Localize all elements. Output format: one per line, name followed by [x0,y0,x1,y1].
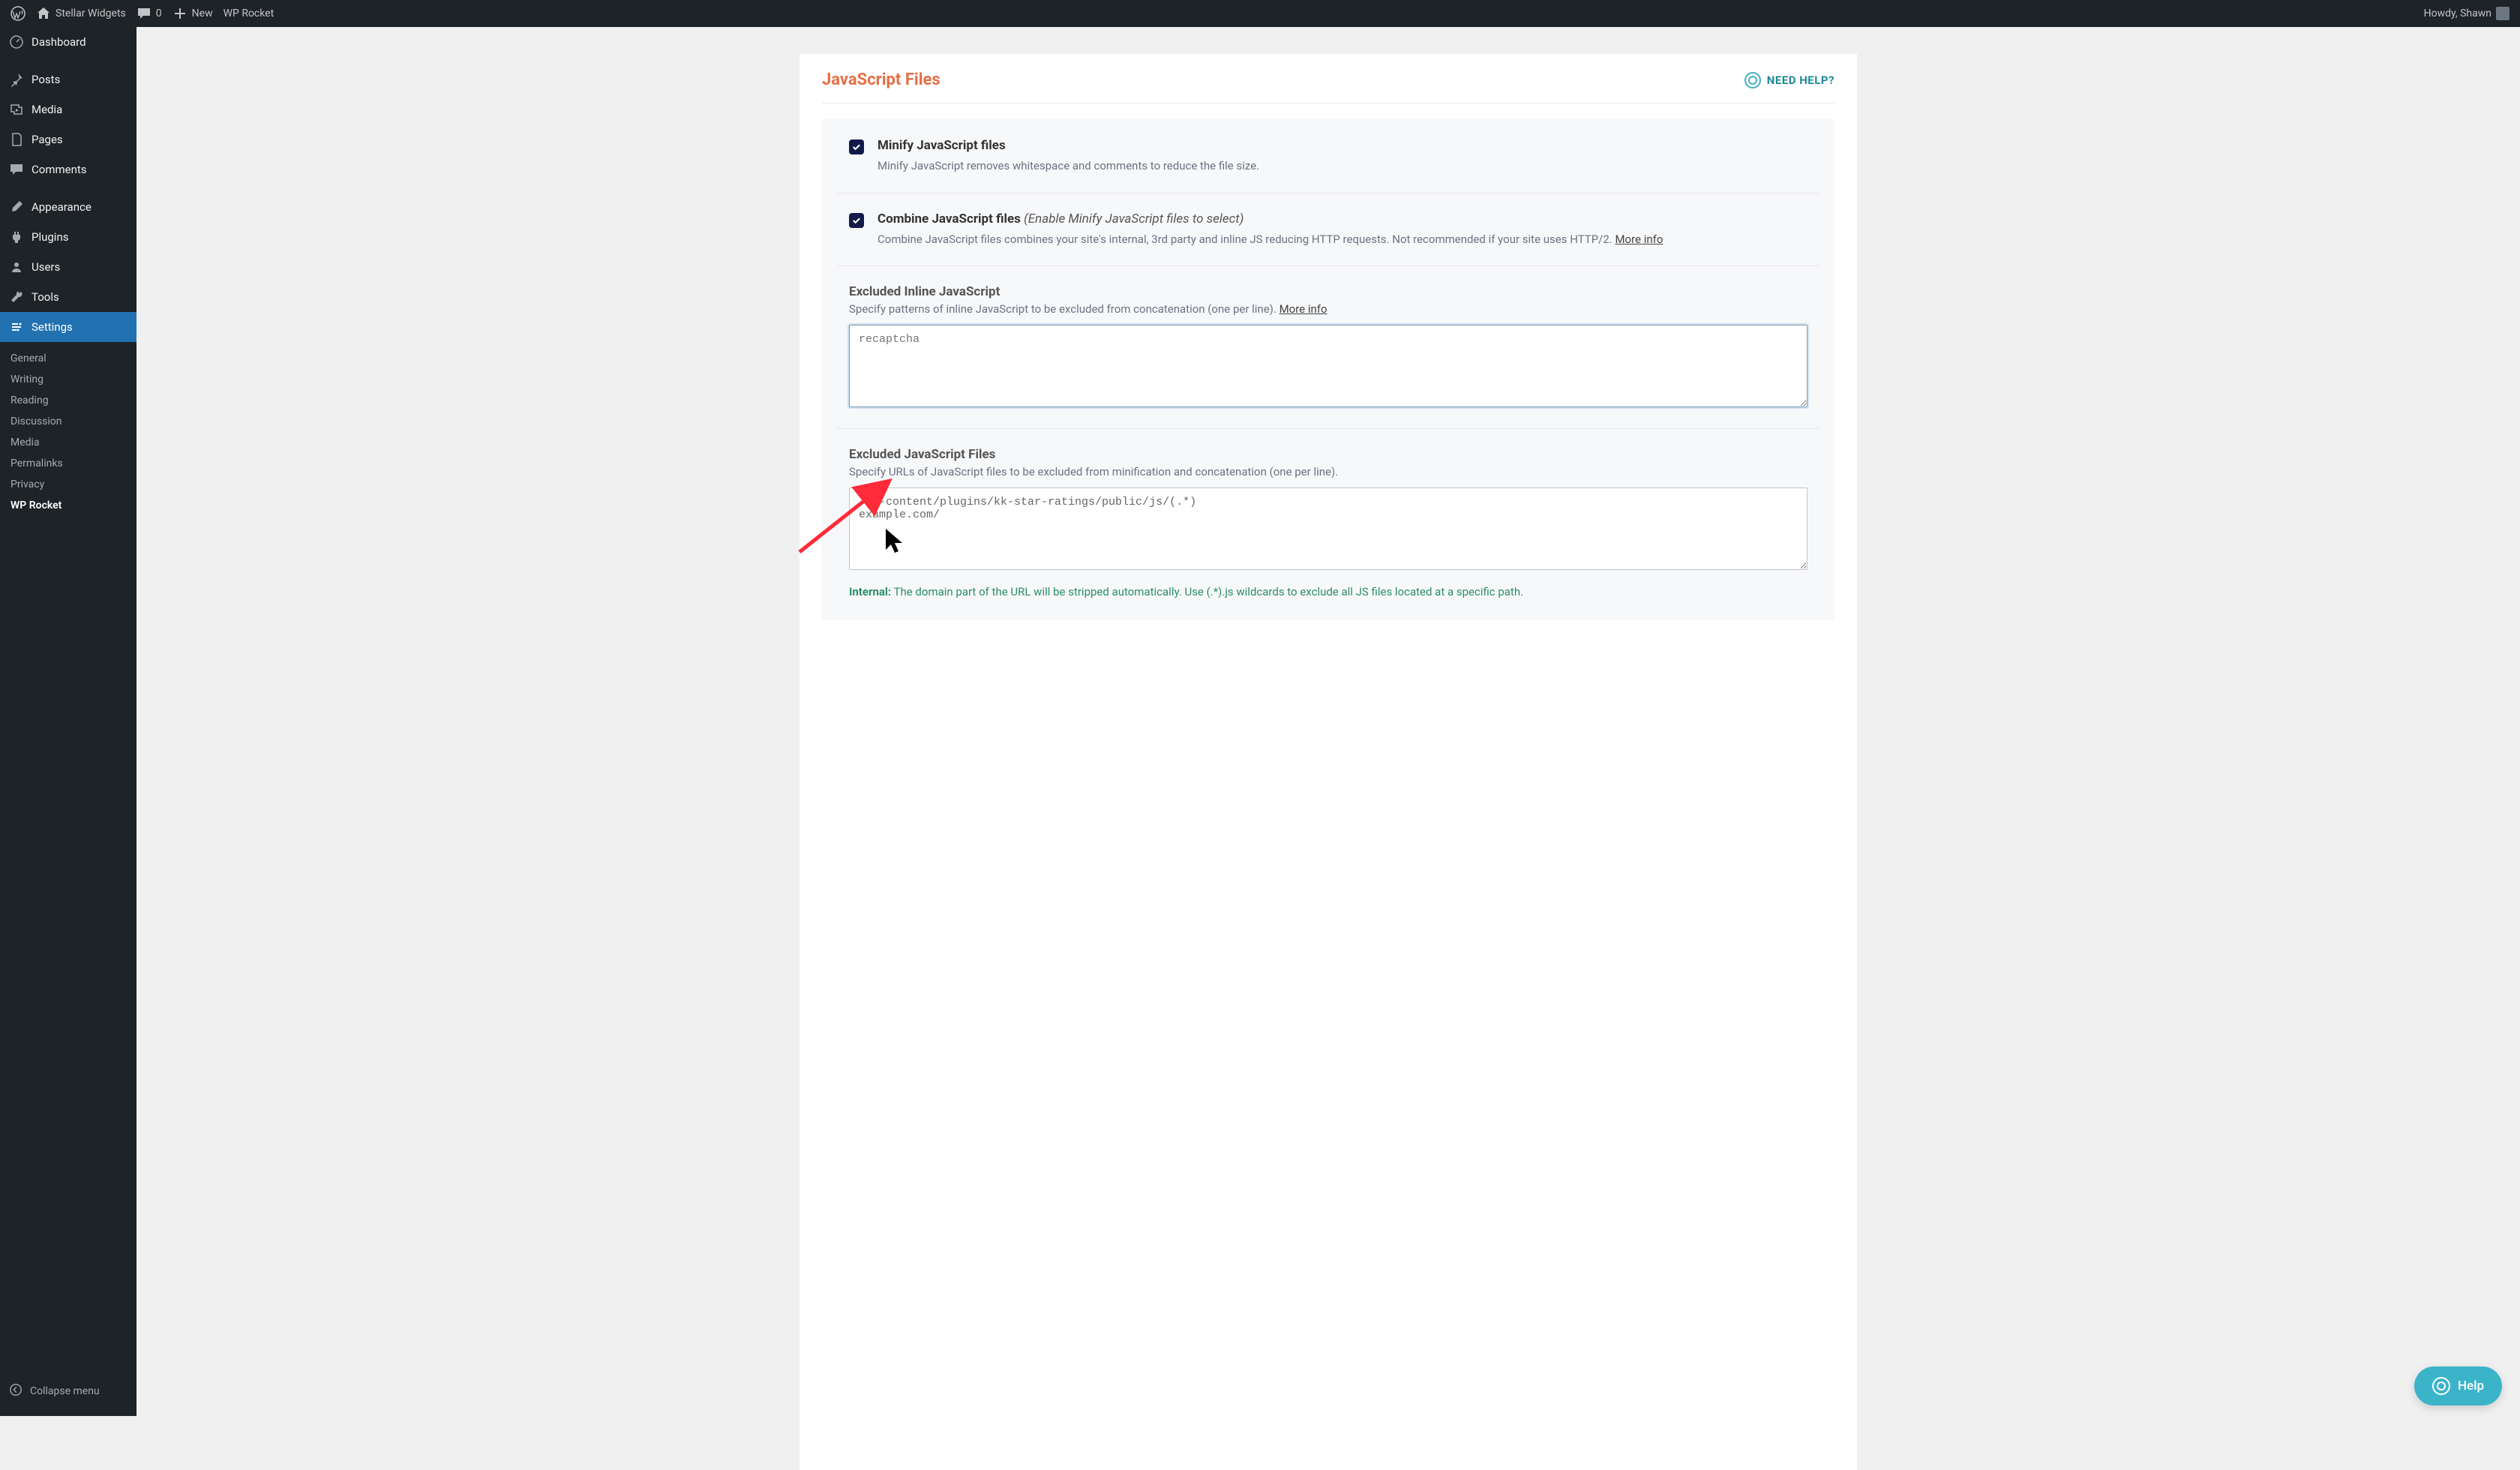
exclude-inline-textarea[interactable] [849,325,1808,407]
need-help-button[interactable]: NEED HELP? [1744,72,1834,88]
admin-bar: Stellar Widgets 0 New WP Rocket Howdy, S… [0,0,2520,27]
collapse-menu[interactable]: Collapse menu [0,1376,136,1407]
combine-js-title: Combine JavaScript files (Enable Minify … [878,212,1808,226]
sidebar-item-comments[interactable]: Comments [0,154,136,184]
sidebar-item-media[interactable]: Media [0,94,136,124]
exclude-inline-title: Excluded Inline JavaScript [849,284,1808,299]
sidebar-item-posts[interactable]: Posts [0,64,136,94]
sidebar-item-pages[interactable]: Pages [0,124,136,154]
exclude-files-desc: Specify URLs of JavaScript files to be e… [849,465,1808,478]
submenu-general[interactable]: General [0,348,136,369]
minify-js-title: Minify JavaScript files [878,138,1808,153]
submenu-writing[interactable]: Writing [0,369,136,390]
exclude-files-title: Excluded JavaScript Files [849,447,1808,462]
submenu-reading[interactable]: Reading [0,390,136,411]
comment-icon [9,162,24,177]
combine-more-info-link[interactable]: More info [1615,232,1663,246]
home-icon [36,6,51,21]
floating-help-button[interactable]: Help [2414,1366,2502,1406]
help-ring-icon [1744,72,1761,88]
avatar [2496,7,2510,20]
plus-icon [172,6,188,21]
help-lifebuoy-icon [2432,1377,2450,1395]
pin-icon [9,72,24,87]
howdy-link[interactable]: Howdy, Shawn [2424,7,2510,20]
submenu-privacy[interactable]: Privacy [0,474,136,495]
new-content-link[interactable]: New [172,6,213,21]
internal-note: Internal: The domain part of the URL wil… [849,584,1808,601]
sidebar-item-tools[interactable]: Tools [0,282,136,312]
exclude-inline-desc: Specify patterns of inline JavaScript to… [849,302,1808,316]
wrench-icon [9,290,24,304]
comments-count: 0 [156,8,162,20]
new-label: New [192,8,213,20]
minify-js-checkbox[interactable] [849,140,864,154]
collapse-icon [9,1383,22,1400]
exclude-inline-more-info-link[interactable]: More info [1280,302,1328,316]
pages-icon [9,132,24,147]
exclude-files-textarea[interactable]: /wp-content/plugins/kk-star-ratings/publ… [849,488,1808,570]
sidebar-item-dashboard[interactable]: Dashboard [0,27,136,57]
settings-submenu: General Writing Reading Discussion Media… [0,342,136,522]
submenu-wp-rocket[interactable]: WP Rocket [0,495,136,516]
combine-js-desc: Combine JavaScript files combines your s… [878,231,1808,248]
site-name-label: Stellar Widgets [56,8,126,20]
panel-title: JavaScript Files [822,70,940,89]
comment-bubble-icon [136,6,152,21]
admin-sidebar: Dashboard Posts Media Pages Comments App… [0,27,136,1416]
sidebar-item-users[interactable]: Users [0,252,136,282]
wp-rocket-adminbar-link[interactable]: WP Rocket [224,8,274,20]
submenu-permalinks[interactable]: Permalinks [0,453,136,474]
combine-js-checkbox[interactable] [849,213,864,228]
wp-logo[interactable] [10,6,26,21]
plug-icon [9,230,24,244]
user-icon [9,260,24,274]
sidebar-item-appearance[interactable]: Appearance [0,192,136,222]
wordpress-icon [10,6,26,21]
comments-link[interactable]: 0 [136,6,162,21]
submenu-media[interactable]: Media [0,432,136,453]
media-icon [9,102,24,117]
settings-icon [9,320,24,334]
sidebar-item-plugins[interactable]: Plugins [0,222,136,252]
brush-icon [9,200,24,214]
submenu-discussion[interactable]: Discussion [0,411,136,432]
howdy-label: Howdy, Shawn [2424,8,2492,20]
site-name-link[interactable]: Stellar Widgets [36,6,126,21]
sidebar-item-settings[interactable]: Settings [0,312,136,342]
minify-js-desc: Minify JavaScript removes whitespace and… [878,158,1808,175]
dashboard-icon [9,34,24,50]
